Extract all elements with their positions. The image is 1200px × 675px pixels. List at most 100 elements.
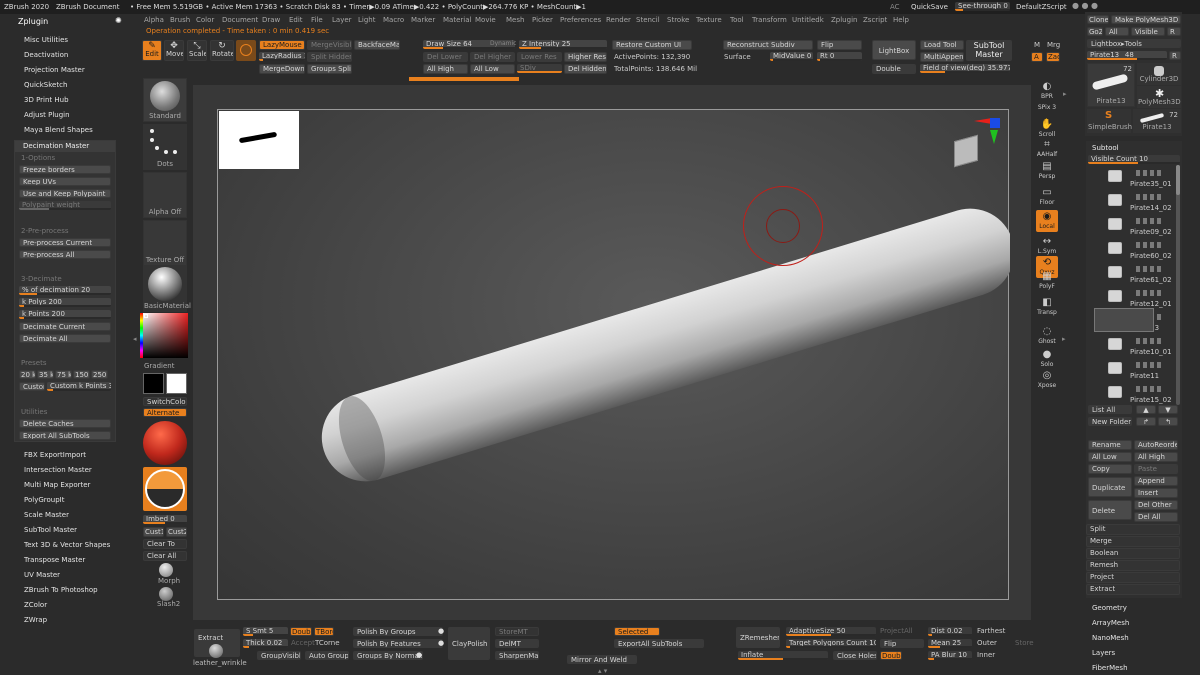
texture-off-thumb[interactable]: Texture Off	[143, 220, 187, 266]
del-higher-button[interactable]: Del Higher	[470, 52, 515, 62]
menu-stencil[interactable]: Stencil	[636, 14, 660, 26]
all-high-button[interactable]: All High	[423, 64, 468, 74]
del-lower-button[interactable]: Del Lower	[423, 52, 468, 62]
subtool-section-split[interactable]: Split	[1086, 524, 1180, 535]
flip-button[interactable]: Flip	[817, 40, 862, 50]
lightbox-tools-button[interactable]: Lightbox▸Tools	[1087, 39, 1181, 48]
zplugin-item-quicksketch[interactable]: QuickSketch	[24, 80, 67, 90]
auto-groups-button[interactable]: Auto Groups	[305, 651, 349, 660]
r-button[interactable]: R	[1167, 27, 1181, 36]
subtool-visibility-icons[interactable]	[1136, 338, 1164, 344]
zplugin-item-zcolor[interactable]: ZColor	[24, 600, 47, 610]
storemt-button[interactable]: StoreMT	[495, 627, 539, 636]
subtool-visibility-icons[interactable]	[1136, 194, 1164, 200]
alternate-button[interactable]: Alternate	[143, 408, 187, 417]
all-high-subtool-button[interactable]: All High	[1134, 452, 1178, 462]
surface-toggle[interactable]: Surface	[724, 52, 751, 62]
hue-strip[interactable]	[140, 313, 143, 358]
groups-split-button[interactable]: Groups Split	[307, 64, 352, 74]
right-aahalf-button[interactable]: ⌗ AAHalf	[1036, 138, 1058, 160]
zplugin-item-maya-blend-shapes[interactable]: Maya Blend Shapes	[24, 125, 93, 135]
imbed-slider[interactable]: Imbed 0	[143, 515, 187, 524]
tool-menu-geometry[interactable]: Geometry	[1092, 603, 1127, 613]
menu-alpha[interactable]: Alpha	[144, 14, 164, 26]
flip-bottom-button[interactable]: Flip	[880, 639, 924, 648]
menu-macro[interactable]: Macro	[383, 14, 404, 26]
menu-texture[interactable]: Texture	[696, 14, 722, 26]
preset-75-k-button[interactable]: 75 k	[55, 370, 72, 379]
rotate-mode-button[interactable]: ↻ Rotate	[210, 40, 234, 61]
menu-zscript[interactable]: Zscript	[863, 14, 887, 26]
menu-picker[interactable]: Picker	[532, 14, 553, 26]
right-dock-arrow-top-icon[interactable]: ▸	[1063, 90, 1069, 102]
menu-help[interactable]: Help	[893, 14, 909, 26]
subtool-section-extract[interactable]: Extract	[1086, 584, 1180, 595]
tool-menu-layers[interactable]: Layers	[1092, 648, 1115, 658]
right-scroll-button[interactable]: ✋ Scroll	[1036, 118, 1058, 140]
gradient-label[interactable]: Gradient	[144, 361, 174, 371]
groupvisible-button[interactable]: GroupVisible	[257, 651, 301, 660]
toolbar-scroll-indicator[interactable]	[409, 77, 519, 81]
new-folder-button[interactable]: New Folder	[1088, 417, 1132, 426]
left-dock-arrow-icon[interactable]: ◂	[133, 335, 137, 347]
right-solo-button[interactable]: ● Solo	[1036, 348, 1058, 370]
double-button[interactable]: Double	[872, 64, 916, 74]
tool-thumb-pirate13[interactable]: 72 Pirate13	[1087, 63, 1135, 107]
right-ghost-button[interactable]: ◌ Ghost	[1036, 325, 1058, 347]
material-red-sphere-icon[interactable]	[143, 421, 187, 465]
tool-thumb-polymesh3d[interactable]: ✱ PolyMesh3D	[1137, 86, 1181, 108]
zplugin-item-projection-master[interactable]: Projection Master	[24, 65, 85, 75]
lightbox-button[interactable]: LightBox	[872, 40, 916, 60]
subtool-item-pirate60-02[interactable]: Pirate60_02	[1100, 240, 1172, 262]
thick-slider[interactable]: Thick 0.02	[243, 639, 288, 648]
subtool-visibility-icons[interactable]	[1136, 218, 1164, 224]
menu-document[interactable]: Document	[222, 14, 258, 26]
color-picker[interactable]	[143, 313, 188, 358]
tcorne-toggle[interactable]: TCorne	[315, 638, 340, 648]
menu-untitledk[interactable]: Untitledk	[792, 14, 824, 26]
zplugin-item-zwrap[interactable]: ZWrap	[24, 615, 47, 625]
mrg-toggle[interactable]: Mrg	[1047, 40, 1060, 50]
delmt-button[interactable]: DelMT	[495, 639, 539, 648]
field-of-view-slider[interactable]: Field of view(deg) 35.9775	[920, 64, 1010, 73]
export-all-subtools-button[interactable]: Export All SubTools	[19, 431, 111, 440]
tool-thumb-simplebrush[interactable]: S SimpleBrush	[1087, 109, 1132, 133]
del-hidden-button[interactable]: Del Hidden	[564, 64, 607, 74]
del-other-button[interactable]: Del Other	[1134, 500, 1178, 510]
zplugin-item-subtool-master[interactable]: SubTool Master	[24, 525, 77, 535]
restore-custom-ui-button[interactable]: Restore Custom UI	[612, 40, 692, 50]
all-low-subtool-button[interactable]: All Low	[1088, 452, 1132, 462]
decimate-current-button[interactable]: Decimate Current	[19, 322, 111, 331]
tbord-toggle[interactable]: TBord	[314, 627, 334, 636]
right-dock-arrow-icon[interactable]: ▸	[1062, 335, 1068, 347]
export-all-subtools-bottom-button[interactable]: ExportAll SubTools	[614, 639, 704, 648]
arrow-down-icon[interactable]: ▼	[1158, 405, 1178, 414]
subtool-section-boolean[interactable]: Boolean	[1086, 548, 1180, 559]
cust1-button[interactable]: Cust1	[143, 527, 164, 537]
move-down-icon[interactable]: ↱	[1136, 417, 1156, 426]
preset-150-k-button[interactable]: 150 k	[73, 370, 90, 379]
accept-button[interactable]: Accept	[291, 638, 315, 648]
switchcolor-button[interactable]: SwitchColor	[143, 397, 187, 406]
zplugin-item-zbrush-to-photoshop[interactable]: ZBrush To Photoshop	[24, 585, 98, 595]
right-bpr-button[interactable]: ◐ BPR	[1036, 80, 1058, 102]
right-floor-button[interactable]: ▭ Floor	[1036, 186, 1058, 208]
menu-mesh[interactable]: Mesh	[506, 14, 524, 26]
subtool-visibility-icons[interactable]	[1136, 170, 1164, 176]
rt-slider[interactable]: Rt 0	[817, 52, 862, 61]
scale-mode-button[interactable]: ⤡ Scale	[187, 40, 207, 61]
zplugin-item-uv-master[interactable]: UV Master	[24, 570, 60, 580]
menu-light[interactable]: Light	[358, 14, 375, 26]
standard-brush-thumb[interactable]: Standard	[143, 78, 187, 122]
menu-layer[interactable]: Layer	[332, 14, 352, 26]
tool-menu-nanomesh[interactable]: NanoMesh	[1092, 633, 1129, 643]
move-up-icon[interactable]: ↰	[1158, 417, 1178, 426]
decimate-all-button[interactable]: Decimate All	[19, 334, 111, 343]
menu-file[interactable]: File	[311, 14, 323, 26]
subtool-item-pirate15-02[interactable]: Pirate15_02	[1100, 384, 1172, 406]
subtool-item-pirate61-02[interactable]: Pirate61_02	[1100, 264, 1172, 286]
menu-brush[interactable]: Brush	[170, 14, 190, 26]
window-controls-icon[interactable]: ● ● ●	[1072, 1, 1098, 11]
tool-menu-fibermesh[interactable]: FiberMesh	[1092, 663, 1128, 673]
preprocess-all-button[interactable]: Pre-process All	[19, 250, 111, 259]
